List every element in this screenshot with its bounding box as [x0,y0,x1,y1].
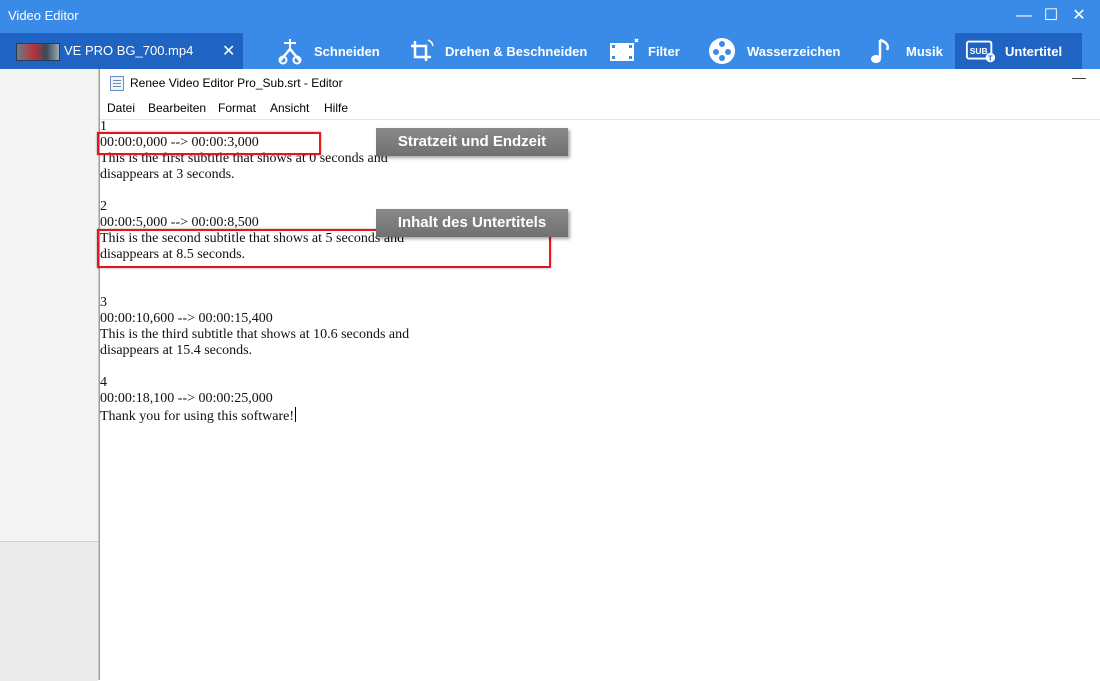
filter-icon [608,36,640,66]
menu-ansicht[interactable]: Ansicht [270,101,309,115]
tool-drehen-beschneiden[interactable]: Drehen & Beschneiden [405,33,587,69]
svg-text:T: T [988,53,993,62]
text-line: disappears at 15.4 seconds. [100,343,253,358]
notepad-icon [110,76,124,91]
watermark-icon [707,36,739,66]
file-tab[interactable]: VE PRO BG_700.mp4 ✕ [0,33,243,69]
notepad-menu-bar: Datei Bearbeiten Format Ansicht Hilfe [100,97,1100,120]
app-title-bar: Video Editor — ☐ ✕ [0,0,1100,33]
rotate-crop-icon [405,36,437,66]
minimize-button[interactable]: — [1011,4,1037,28]
tool-label: Drehen & Beschneiden [445,43,588,59]
notepad-title-bar: Renee Video Editor Pro_Sub.srt - Editor … [100,69,1100,97]
close-button[interactable]: ✕ [1066,4,1092,28]
tool-musik[interactable]: Musik [866,33,943,69]
tool-label: Schneiden [314,43,380,59]
menu-datei[interactable]: Datei [107,101,135,115]
text-line: 2 [100,199,107,214]
svg-text:SUB: SUB [970,46,988,56]
text-line: 3 [100,295,107,310]
tool-label: Wasserzeichen [747,43,841,59]
text-editor[interactable]: 1 00:00:0,000 --> 00:00:3,000 This is th… [97,119,1100,680]
maximize-button[interactable]: ☐ [1038,4,1064,28]
app-title: Video Editor [8,8,79,23]
menu-format[interactable]: Format [218,101,256,115]
tool-filter[interactable]: Filter [608,33,680,69]
text-line: This is the third subtitle that shows at… [100,327,410,342]
tool-label: Musik [906,43,943,59]
notepad-title: Renee Video Editor Pro_Sub.srt - Editor [130,76,343,90]
menu-hilfe[interactable]: Hilfe [324,101,348,115]
music-note-icon [866,36,898,66]
notepad-minimize-button[interactable]: — [1072,69,1086,85]
text-line-last: Thank you for using this software! [100,407,297,425]
video-thumbnail [16,43,60,61]
text-line: 00:00:18,100 --> 00:00:25,000 [100,391,273,406]
menu-bearbeiten[interactable]: Bearbeiten [148,101,206,115]
left-panel-lower [0,541,98,681]
subtitle-icon: SUB T [965,36,997,66]
tool-schneiden[interactable]: Schneiden [274,33,380,69]
time-callout: Stratzeit und Endzeit [376,128,568,156]
close-file-button[interactable]: ✕ [222,41,235,61]
text-line: 00:00:10,600 --> 00:00:15,400 [100,311,273,326]
tool-untertitel[interactable]: SUB T Untertitel [955,33,1082,69]
cut-icon [274,36,306,66]
left-panel [0,69,99,681]
tool-label: Untertitel [1005,43,1063,59]
time-highlight-box [97,132,321,155]
text-line: 4 [100,375,107,390]
text-line: disappears at 3 seconds. [100,167,235,182]
toolbar: VE PRO BG_700.mp4 ✕ Schneiden Drehen & B… [0,33,1100,69]
text-caret [295,407,297,422]
notepad-window: Renee Video Editor Pro_Sub.srt - Editor … [97,69,1100,680]
tool-wasserzeichen[interactable]: Wasserzeichen [707,33,840,69]
text-line-content: Thank you for using this software! [100,409,295,424]
content-callout: Inhalt des Untertitels [376,209,568,237]
tool-label: Filter [648,43,680,59]
file-name: VE PRO BG_700.mp4 [64,43,194,58]
